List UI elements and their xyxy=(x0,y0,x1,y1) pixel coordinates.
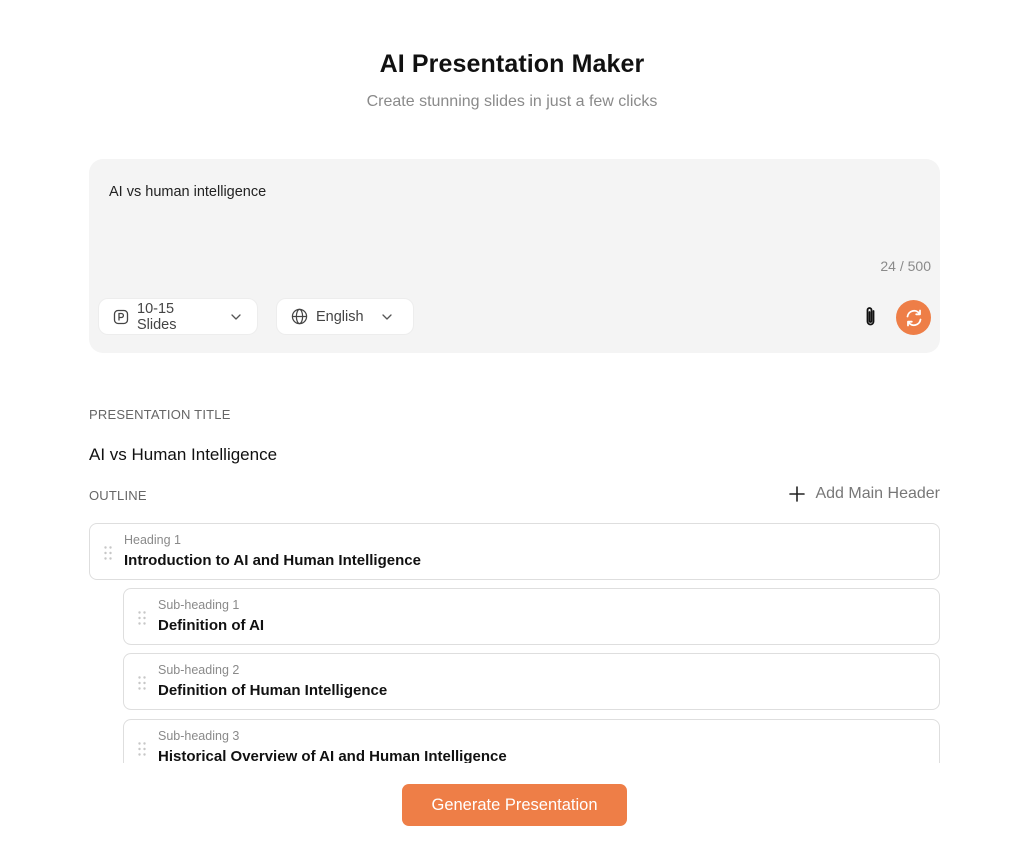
outline-item-label: Sub-heading 3 xyxy=(158,729,240,743)
plus-icon xyxy=(789,486,806,502)
outline-item-text[interactable]: Definition of Human Intelligence xyxy=(158,682,387,699)
outline-item-label: Sub-heading 2 xyxy=(158,663,240,677)
outline-subheading-item[interactable]: Sub-heading 1 Definition of AI xyxy=(123,588,940,645)
generate-presentation-button[interactable]: Generate Presentation xyxy=(402,784,627,826)
language-dropdown[interactable]: English xyxy=(276,298,414,335)
outline-item-text[interactable]: Definition of AI xyxy=(158,617,264,634)
presentation-title-field[interactable]: AI vs Human Intelligence xyxy=(89,445,277,465)
chevron-down-icon xyxy=(231,313,241,320)
attach-file-button[interactable] xyxy=(860,305,882,329)
language-label: English xyxy=(316,308,364,325)
page-subtitle: Create stunning slides in just a few cli… xyxy=(366,93,658,110)
presentation-p-icon xyxy=(113,309,129,324)
outline-subheading-item[interactable]: Sub-heading 3 Historical Overview of AI … xyxy=(123,719,940,763)
presentation-title-label: PRESENTATION TITLE xyxy=(89,407,231,422)
outline-item-label: Heading 1 xyxy=(124,533,181,547)
prompt-input[interactable]: AI vs human intelligence xyxy=(109,184,266,200)
page-header: AI Presentation Maker Create stunning sl… xyxy=(0,50,1024,111)
outline-item-text[interactable]: Introduction to AI and Human Intelligenc… xyxy=(124,552,421,569)
globe-icon xyxy=(291,308,308,325)
drag-handle-icon[interactable] xyxy=(137,675,147,691)
drag-handle-icon[interactable] xyxy=(137,741,147,757)
slides-count-dropdown[interactable]: 10-15 Slides xyxy=(98,298,258,335)
slides-count-label: 10-15 Slides xyxy=(137,300,177,333)
outline-list: Heading 1 Introduction to AI and Human I… xyxy=(89,523,940,763)
prompt-card: AI vs human intelligence 24 / 500 10-15 … xyxy=(89,159,940,353)
add-main-header-button[interactable]: Add Main Header xyxy=(789,485,940,503)
refresh-icon xyxy=(906,309,921,326)
page-title: AI Presentation Maker xyxy=(379,50,645,78)
drag-handle-icon[interactable] xyxy=(137,610,147,626)
paperclip-icon xyxy=(866,307,875,326)
chevron-down-icon xyxy=(381,313,392,320)
outline-item-text[interactable]: Historical Overview of AI and Human Inte… xyxy=(158,748,507,763)
refresh-button[interactable] xyxy=(896,300,931,335)
outline-heading-item[interactable]: Heading 1 Introduction to AI and Human I… xyxy=(89,523,940,580)
character-counter: 24 / 500 xyxy=(880,258,931,274)
outline-subheading-item[interactable]: Sub-heading 2 Definition of Human Intell… xyxy=(123,653,940,710)
outline-label: OUTLINE xyxy=(89,488,147,503)
add-main-header-label: Add Main Header xyxy=(815,485,940,502)
outline-item-label: Sub-heading 1 xyxy=(158,598,240,612)
drag-handle-icon[interactable] xyxy=(103,545,113,561)
